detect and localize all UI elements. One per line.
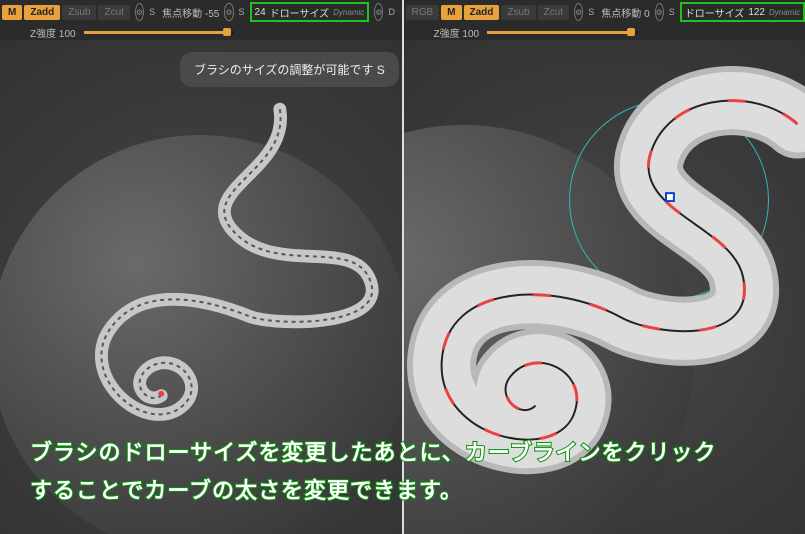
zadd-button[interactable]: Zadd	[464, 5, 500, 20]
s-label: S	[588, 7, 594, 17]
z-intensity-slider[interactable]	[84, 31, 234, 34]
draw-size-control-highlight[interactable]: 24 ドローサイズ Dynamic	[250, 2, 370, 22]
s-label: S	[149, 7, 155, 17]
s-label-2: S	[239, 7, 245, 17]
draw-size-label: ドローサイズ	[270, 5, 330, 20]
d-label: D	[388, 7, 395, 17]
zsub-button[interactable]: Zsub	[62, 5, 96, 20]
right-secondrow: Z強度 100	[404, 24, 805, 40]
rgb-button[interactable]: RGB	[406, 5, 440, 20]
instruction-caption: ブラシのドローサイズを変更したあとに、カーブラインをクリック することでカーブの…	[30, 434, 775, 509]
zadd-button[interactable]: Zadd	[24, 5, 60, 20]
brush-inner-ring	[642, 173, 697, 228]
draw-size-label: ドローサイズ	[685, 5, 745, 20]
z-intensity-label: Z強度 100	[434, 25, 480, 40]
draw-size-control-highlight[interactable]: ドローサイズ 122 Dynamic	[680, 2, 805, 22]
gear-icon[interactable]: ⚙	[135, 3, 144, 21]
draw-size-value: 24	[255, 7, 266, 18]
gear-icon-3[interactable]: ⚙	[374, 3, 383, 21]
gear-icon-2[interactable]: ⚙	[655, 3, 664, 21]
zcut-button[interactable]: Zcut	[538, 5, 569, 20]
z-intensity-slider[interactable]	[487, 31, 637, 34]
focal-shift-label[interactable]: 焦点移動 -55	[162, 5, 219, 20]
tooltip-brush-size: ブラシのサイズの調整が可能です S	[180, 52, 399, 87]
m-button[interactable]: M	[441, 5, 461, 20]
m-button[interactable]: M	[2, 5, 22, 20]
left-toolbar: M Zadd Zsub Zcut ⚙ S 焦点移動 -55 ⚙ S 24 ドロー…	[0, 0, 402, 24]
z-intensity-label: Z強度 100	[30, 25, 76, 40]
gear-icon[interactable]: ⚙	[574, 3, 583, 21]
left-secondrow: Z強度 100	[0, 24, 402, 40]
dynamic-label: Dynamic	[333, 8, 364, 17]
focal-shift-label[interactable]: 焦点移動 0	[601, 5, 649, 20]
s-label-2: S	[669, 7, 675, 17]
dynamic-label: Dynamic	[769, 8, 800, 17]
right-toolbar: RGB M Zadd Zsub Zcut ⚙ S 焦点移動 0 ⚙ S ドローサ…	[404, 0, 805, 24]
gear-icon-2[interactable]: ⚙	[224, 3, 233, 21]
zsub-button[interactable]: Zsub	[501, 5, 535, 20]
draw-size-value: 122	[748, 7, 765, 18]
zcut-button[interactable]: Zcut	[98, 5, 129, 20]
